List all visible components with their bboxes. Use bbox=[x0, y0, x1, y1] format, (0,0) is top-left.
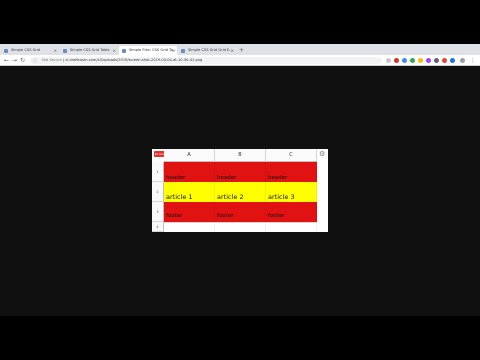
row-header-2[interactable]: 2 bbox=[152, 182, 164, 202]
extension-icon[interactable] bbox=[434, 58, 439, 63]
cell[interactable]: footer bbox=[266, 202, 317, 222]
address-bar[interactable]: ⓘ Not Secure | cl.draftcosm.com/s3/uploa… bbox=[30, 57, 382, 64]
tab-strip: Simple CSS Grid × Simple CSS Grid Table … bbox=[0, 44, 480, 55]
close-icon[interactable]: × bbox=[231, 46, 234, 55]
tab-label: Simple CSS Grid bbox=[11, 48, 41, 52]
extension-icon[interactable] bbox=[442, 58, 447, 63]
forward-icon[interactable]: → bbox=[12, 56, 17, 65]
table-row: header header header bbox=[164, 162, 317, 182]
browser-toolbar: ← → ↻ ⓘ Not Secure | cl.draftcosm.com/s3… bbox=[0, 55, 480, 66]
cell[interactable] bbox=[164, 223, 215, 232]
browser-chrome: Simple CSS Grid × Simple CSS Grid Table … bbox=[0, 44, 480, 66]
spreadsheet: 10 Row A B C ⚙ 1 2 3 4 header header hea… bbox=[152, 149, 328, 232]
browser-tab-1[interactable]: Simple CSS Grid × bbox=[1, 46, 59, 55]
menu-icon[interactable]: ⋮ bbox=[470, 56, 476, 65]
close-icon[interactable]: × bbox=[172, 46, 175, 55]
column-header-c[interactable]: C bbox=[266, 149, 317, 162]
cell[interactable]: header bbox=[164, 162, 215, 182]
row-header-1[interactable]: 1 bbox=[152, 162, 164, 182]
info-icon: ⓘ bbox=[33, 58, 37, 63]
tab-label: Simple CSS Grid Grid E... bbox=[188, 48, 233, 52]
extension-icon[interactable] bbox=[418, 58, 423, 63]
favicon-icon bbox=[63, 48, 67, 53]
close-icon[interactable]: × bbox=[113, 46, 116, 55]
url-text: cl.draftcosm.com/s3/uploads/2019/screen-… bbox=[65, 58, 203, 62]
reload-icon[interactable]: ↻ bbox=[20, 56, 25, 65]
table-row bbox=[164, 222, 317, 232]
favicon-icon bbox=[181, 48, 185, 53]
tab-label: Simple Flex: CSS Grid Ta... bbox=[129, 48, 177, 52]
table-row: article 1 article 2 article 3 bbox=[164, 182, 317, 202]
row-header-3[interactable]: 3 bbox=[152, 202, 164, 222]
extension-icon[interactable] bbox=[402, 58, 407, 63]
browser-tab-4[interactable]: Simple CSS Grid Grid E... × bbox=[178, 46, 236, 55]
cell[interactable]: footer bbox=[215, 202, 266, 222]
back-icon[interactable]: ← bbox=[4, 56, 9, 65]
close-icon[interactable]: × bbox=[54, 46, 57, 55]
cell[interactable] bbox=[266, 223, 317, 232]
gear-icon[interactable]: ⚙ bbox=[319, 150, 325, 158]
new-tab-button[interactable]: + bbox=[239, 46, 244, 55]
column-header-a[interactable]: A bbox=[164, 149, 215, 162]
cell[interactable]: article 2 bbox=[215, 182, 266, 202]
extension-icon[interactable] bbox=[410, 58, 415, 63]
favicon-icon bbox=[4, 48, 8, 53]
star-icon[interactable] bbox=[386, 58, 391, 63]
browser-tab-2[interactable]: Simple CSS Grid Table × bbox=[60, 46, 118, 55]
extension-icon[interactable] bbox=[426, 58, 431, 63]
extension-icon[interactable] bbox=[450, 58, 455, 63]
cell[interactable]: article 1 bbox=[164, 182, 215, 202]
cell[interactable]: article 3 bbox=[266, 182, 317, 202]
security-label: Not Secure bbox=[42, 58, 62, 62]
row-header-4[interactable]: 4 bbox=[152, 222, 164, 232]
cell[interactable]: header bbox=[266, 162, 317, 182]
extension-icon[interactable] bbox=[394, 58, 399, 63]
column-header-b[interactable]: B bbox=[215, 149, 266, 162]
table-row: footer footer footer bbox=[164, 202, 317, 222]
browser-tab-3[interactable]: Simple Flex: CSS Grid Ta... × bbox=[119, 46, 177, 55]
tab-label: Simple CSS Grid Table bbox=[70, 48, 110, 52]
profile-avatar[interactable] bbox=[460, 58, 465, 63]
cell[interactable]: footer bbox=[164, 202, 215, 222]
favicon-icon bbox=[122, 48, 126, 53]
cell[interactable]: header bbox=[215, 162, 266, 182]
cell[interactable] bbox=[215, 223, 266, 232]
